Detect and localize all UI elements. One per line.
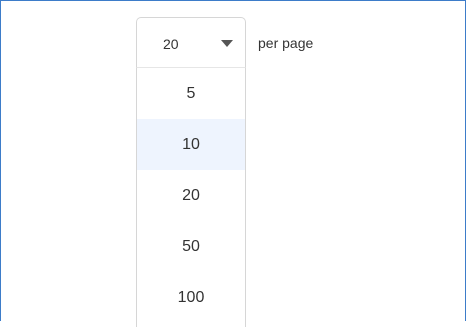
page-size-option-50[interactable]: 50	[137, 221, 245, 272]
page-size-option-100[interactable]: 100	[137, 272, 245, 323]
page-size-option-5[interactable]: 5	[137, 68, 245, 119]
page-size-select[interactable]: 20	[136, 17, 246, 67]
caret-down-icon	[221, 40, 233, 47]
page-size-selected-value: 20	[163, 36, 179, 52]
page-size-option-10[interactable]: 10	[137, 119, 245, 170]
page-size-dropdown: 5 10 20 50 100	[136, 67, 246, 327]
page-size-option-20[interactable]: 20	[137, 170, 245, 221]
per-page-label: per page	[258, 35, 314, 51]
